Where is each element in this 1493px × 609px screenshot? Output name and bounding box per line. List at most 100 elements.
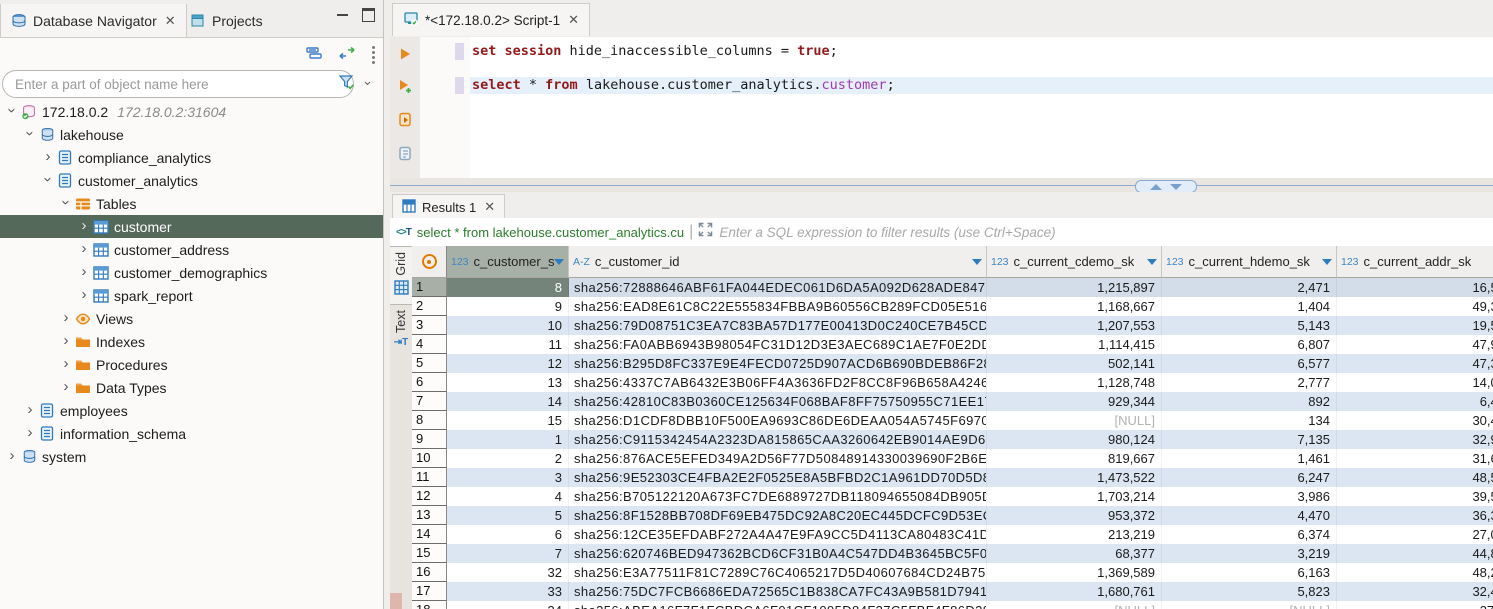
close-tab-icon[interactable]: ✕ [165, 13, 176, 29]
grid-cell[interactable]: 1,168,667 [987, 297, 1162, 316]
grid-cell[interactable]: 1,369,589 [987, 563, 1162, 582]
grid-cell[interactable]: sha256:12CE35EFDABF272A4A47E9FA9CC5D4113… [569, 525, 987, 544]
row-number-cell[interactable]: 14 [412, 525, 447, 544]
expand-filter-icon[interactable] [698, 222, 713, 242]
column-header-c_current_cdemo_sk[interactable]: 123c_current_cdemo_sk [987, 246, 1162, 278]
chevron-expanded-icon[interactable]: › [40, 172, 57, 188]
grid-cell[interactable]: [NULL] [987, 411, 1162, 430]
grid-cell[interactable]: 1,680,761 [987, 582, 1162, 601]
grid-cell[interactable]: 13 [447, 373, 569, 392]
tree-item-system[interactable]: ›system [0, 445, 383, 468]
execute-statement-icon[interactable] [398, 47, 412, 66]
grid-cell[interactable]: 980,124 [987, 430, 1162, 449]
tab-database-navigator[interactable]: Database Navigator ✕ [0, 4, 187, 37]
link-with-editor-icon[interactable] [338, 46, 356, 64]
grid-cell[interactable]: 8 [447, 278, 569, 297]
grid-cell[interactable]: 7,135 [1162, 430, 1337, 449]
chevron-expanded-icon[interactable]: › [58, 195, 75, 211]
grid-cell[interactable]: 1,404 [1162, 297, 1337, 316]
grid-cell[interactable]: 1,215,897 [987, 278, 1162, 297]
tree-item-employees[interactable]: ›employees [0, 399, 383, 422]
chevron-collapsed-icon[interactable]: › [58, 378, 74, 395]
tree-item-indexes[interactable]: ›Indexes [0, 330, 383, 353]
tree-item-customer-demographics[interactable]: ›customer_demographics [0, 261, 383, 284]
grid-cell[interactable]: 36,36 [1337, 506, 1493, 525]
grid-cell[interactable]: 2,777 [1162, 373, 1337, 392]
row-number-cell[interactable]: 6 [412, 373, 447, 392]
row-number-cell[interactable]: 18 [412, 601, 447, 609]
grid-cell[interactable]: sha256:8F1528BB708DF69EB475DC92A8C20EC44… [569, 506, 987, 525]
grid-cell[interactable]: 30,46 [1337, 411, 1493, 430]
grid-cell[interactable]: 213,219 [987, 525, 1162, 544]
grid-cell[interactable]: 31,65 [1337, 449, 1493, 468]
chevron-collapsed-icon[interactable]: › [40, 148, 56, 165]
grid-cell[interactable]: 6,163 [1162, 563, 1337, 582]
grid-cell[interactable]: 6,44 [1337, 392, 1493, 411]
grid-cell[interactable]: 14 [447, 392, 569, 411]
sort-dropdown-icon[interactable] [1147, 259, 1157, 265]
column-header-c_current_addr_sk[interactable]: 123c_current_addr_sk [1337, 246, 1493, 278]
grid-cell[interactable]: 16,59 [1337, 278, 1493, 297]
grid-cell[interactable]: 2,471 [1162, 278, 1337, 297]
grid-cell[interactable]: sha256:D1CDF8DBB10F500EA9693C86DE6DEAA05… [569, 411, 987, 430]
grid-cell[interactable]: 10 [447, 316, 569, 335]
chevron-collapsed-icon[interactable]: › [76, 286, 92, 303]
grid-cell[interactable]: sha256:72888646ABF61FA044EDEC061D6DA5A09… [569, 278, 987, 297]
close-results-tab-icon[interactable]: ✕ [484, 199, 495, 215]
grid-cell[interactable]: 3 [447, 468, 569, 487]
row-number-cell[interactable]: 5 [412, 354, 447, 373]
chevron-collapsed-icon[interactable]: › [76, 263, 92, 280]
grid-cell[interactable]: 33 [447, 582, 569, 601]
grid-cell[interactable]: 37,5 [1337, 601, 1493, 609]
tree-item-customer-address[interactable]: ›customer_address [0, 238, 383, 261]
grid-cell[interactable]: 6,374 [1162, 525, 1337, 544]
grid-cell[interactable]: 1 [447, 430, 569, 449]
grid-cell[interactable]: sha256:876ACE5EFED349A2D56F77D5084891433… [569, 449, 987, 468]
grid-cell[interactable]: 44,81 [1337, 544, 1493, 563]
grid-cell[interactable]: [NULL] [987, 601, 1162, 609]
grid-cell[interactable]: 5,823 [1162, 582, 1337, 601]
collapse-all-icon[interactable] [306, 46, 322, 64]
grid-cell[interactable]: sha256:79D08751C3EA7C83BA57D177E00413D0C… [569, 316, 987, 335]
chevron-collapsed-icon[interactable]: › [76, 240, 92, 257]
grid-cell[interactable]: 819,667 [987, 449, 1162, 468]
chevron-collapsed-icon[interactable]: › [22, 424, 38, 441]
grid-cell[interactable]: sha256:42810C83B0360CE125634F068BAF8FF75… [569, 392, 987, 411]
row-number-cell[interactable]: 8 [412, 411, 447, 430]
row-number-cell[interactable]: 16 [412, 563, 447, 582]
grid-cell[interactable]: 6,577 [1162, 354, 1337, 373]
chevron-expanded-icon[interactable]: › [22, 126, 39, 142]
row-number-cell[interactable]: 7 [412, 392, 447, 411]
row-number-cell[interactable]: 3 [412, 316, 447, 335]
tree-item-customer[interactable]: ›customer [0, 215, 383, 238]
grid-cell[interactable]: 49,38 [1337, 297, 1493, 316]
column-header-c_customer_sk[interactable]: 123c_customer_sk [447, 246, 569, 278]
tree-item-procedures[interactable]: ›Procedures [0, 353, 383, 376]
minimize-view-icon[interactable] [337, 14, 348, 19]
grid-cell[interactable]: sha256:ABEA16F7F1FCBDCA6F01CF1095D84F37C… [569, 601, 987, 609]
tree-item-customer-analytics[interactable]: ›customer_analytics [0, 169, 383, 192]
row-number-cell[interactable]: 10 [412, 449, 447, 468]
grid-cell[interactable]: 1,114,415 [987, 335, 1162, 354]
column-header-c_customer_id[interactable]: A-Zc_customer_id [569, 246, 987, 278]
tree-item-tables[interactable]: ›Tables [0, 192, 383, 215]
grid-cell[interactable]: 892 [1162, 392, 1337, 411]
row-number-cell[interactable]: 1 [412, 278, 447, 297]
tree-item-data-types[interactable]: ›Data Types [0, 376, 383, 399]
chevron-collapsed-icon[interactable]: › [22, 401, 38, 418]
grid-cell[interactable]: 32,43 [1337, 582, 1493, 601]
grid-cell[interactable]: 1,207,553 [987, 316, 1162, 335]
tab-projects[interactable]: Projects [181, 4, 273, 37]
grid-cell[interactable]: 14,00 [1337, 373, 1493, 392]
results-filter-input[interactable] [713, 224, 1493, 241]
row-number-cell[interactable]: 9 [412, 430, 447, 449]
row-id-toggle[interactable] [412, 246, 447, 278]
row-number-cell[interactable]: 2 [412, 297, 447, 316]
grid-cell[interactable]: sha256:9E52303CE4FBA2E2F0525E8A5BFBD2C1A… [569, 468, 987, 487]
chevron-collapsed-icon[interactable]: › [58, 355, 74, 372]
editor-results-splitter[interactable] [390, 178, 1493, 192]
grid-cell[interactable]: 39,55 [1337, 487, 1493, 506]
presentation-tab-grid[interactable]: Grid [390, 246, 413, 305]
grid-cell[interactable]: 4,470 [1162, 506, 1337, 525]
collapse-up-icon[interactable] [1150, 184, 1162, 190]
